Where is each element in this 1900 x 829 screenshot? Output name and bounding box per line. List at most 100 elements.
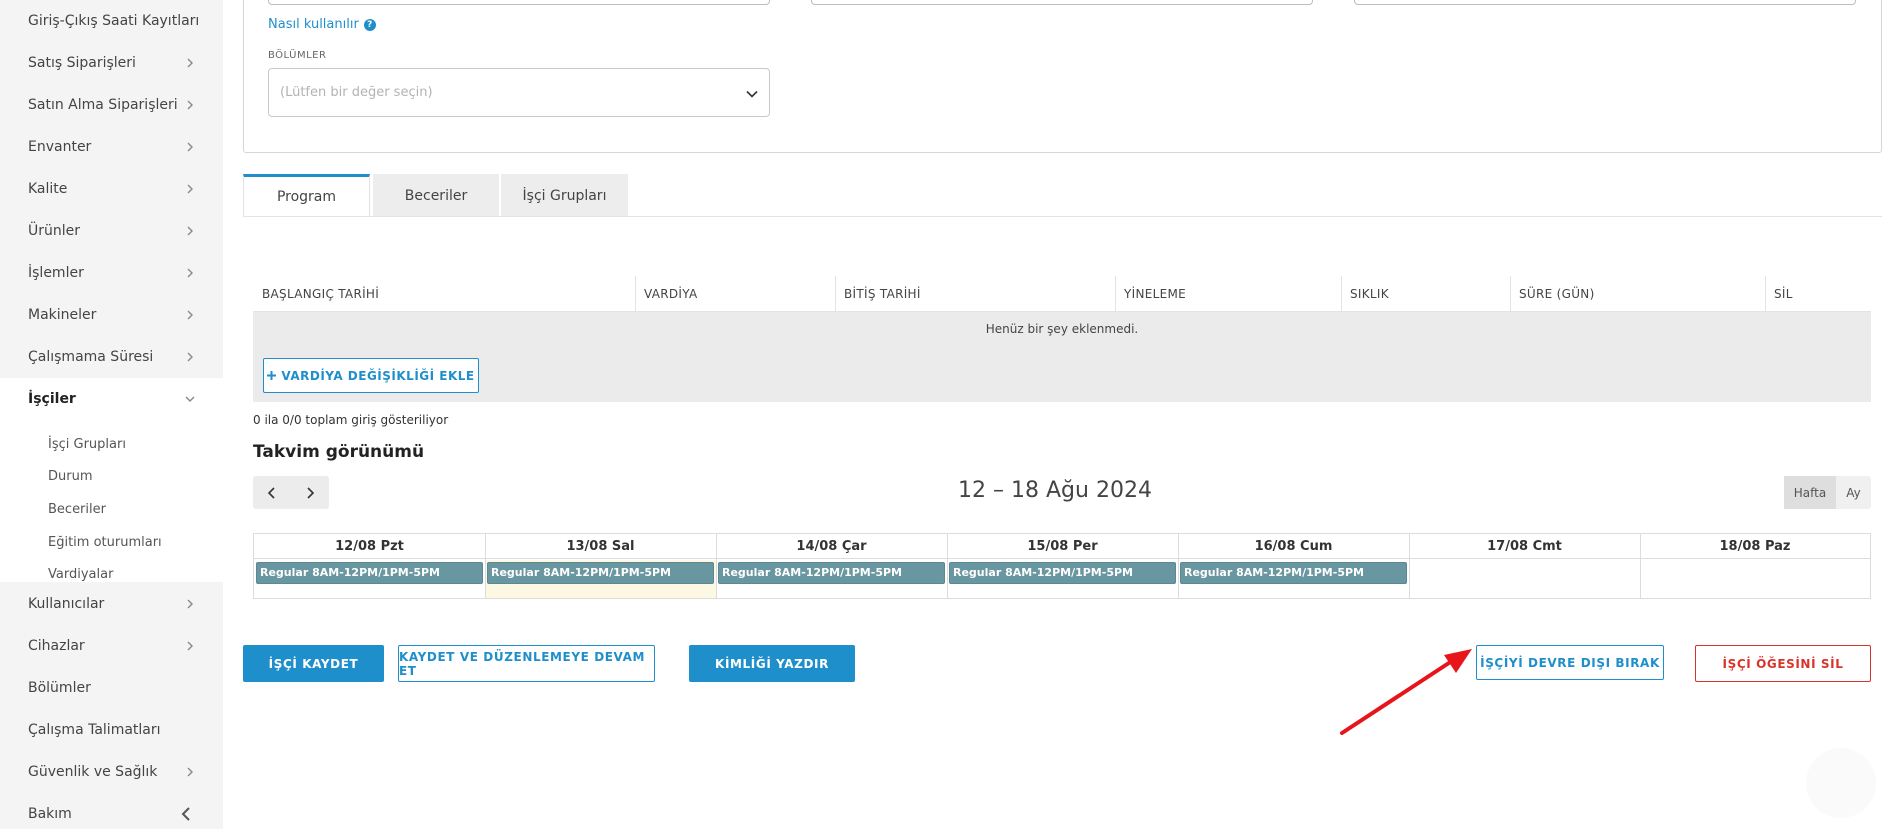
chevron-right-icon [185,599,195,609]
calendar-event[interactable]: Regular 8AM-12PM/1PM-5PM [718,562,945,584]
day-header: 14/08 Çar [716,534,947,559]
day-divider [485,534,486,598]
sidebar-item-clock-records[interactable]: Giriş-Çıkış Saati Kayıtları [0,0,223,42]
deactivate-worker-button[interactable]: İŞÇİYİ DEVRE DIŞI BIRAK [1476,645,1664,680]
form-input-3[interactable] [1354,0,1856,5]
sidebar-item-label: Giriş-Çıkış Saati Kayıtları [28,13,200,29]
add-shift-change-label: VARDİYA DEĞİŞİKLİĞİ EKLE [281,368,475,383]
column-header-delete: SİL [1774,287,1793,301]
calendar-event[interactable]: Regular 8AM-12PM/1PM-5PM [949,562,1176,584]
sidebar-item-downtime[interactable]: Çalışmama Süresi [0,336,223,378]
day-divider [1409,534,1410,598]
column-header-start-date: BAŞLANGIÇ TARİHİ [262,287,380,301]
chevron-down-icon [185,394,195,404]
sidebar-item-departments[interactable]: Bölümler [0,667,223,709]
calendar-event[interactable]: Regular 8AM-12PM/1PM-5PM [487,562,714,584]
sidebar-item-label: Güvenlik ve Sağlık [28,764,158,780]
chevron-right-icon [307,486,315,499]
sidebar-item-machines[interactable]: Makineler [0,294,223,336]
day-header: 17/08 Cmt [1409,534,1640,559]
calendar-date-range: 12 – 18 Ağu 2024 [958,478,1152,503]
sidebar-item-label: Envanter [28,139,92,155]
sidebar-item-work-instructions[interactable]: Çalışma Talimatları [0,709,223,751]
column-header-recurrence: YİNELEME [1124,287,1187,301]
sidebar-item-purchase-orders[interactable]: Satın Alma Siparişleri [0,84,223,126]
day-divider [716,534,717,598]
day-header: 18/08 Paz [1640,534,1870,559]
sidebar-item-products[interactable]: Ürünler [0,210,223,252]
sidebar-item-workers[interactable]: İşçiler [0,378,223,420]
sidebar-item-label: Kullanıcılar [28,596,105,612]
how-to-use-link[interactable]: Nasıl kullanılır ? [268,17,376,32]
sidebar-item-label: İşlemler [28,265,84,281]
day-header: 13/08 Sal [485,534,716,559]
subnav-item-skills[interactable]: Beceriler [48,500,106,520]
sidebar-item-users[interactable]: Kullanıcılar [0,583,223,625]
annotation-arrow-icon [1340,649,1472,735]
day-divider [1640,534,1641,598]
day-header: 12/08 Pzt [254,534,485,559]
workers-subnav: İşçi Grupları Durum Beceriler Eğitim otu… [0,420,223,582]
sidebar-item-operations[interactable]: İşlemler [0,252,223,294]
chevron-down-icon [745,87,759,101]
sidebar-item-label: Bölümler [28,680,91,696]
calendar-event[interactable]: Regular 8AM-12PM/1PM-5PM [256,562,483,584]
chevron-right-icon [185,352,195,362]
delete-worker-button[interactable]: İŞÇİ ÖĞESİNİ SİL [1695,645,1871,682]
chevron-right-icon [185,142,195,152]
tab-worker-groups[interactable]: İşçi Grupları [501,174,628,217]
form-input-1[interactable] [268,0,770,5]
day-divider [1178,534,1179,598]
chevron-right-icon [185,100,195,110]
calendar-next-button[interactable] [291,476,329,509]
column-header-shift: VARDİYA [644,287,698,301]
chevron-right-icon [185,268,195,278]
collapse-sidebar-icon[interactable] [179,806,195,822]
chevron-left-icon [267,486,275,499]
tabs-divider [243,216,1882,217]
day-header: 16/08 Cum [1178,534,1409,559]
calendar-nav-group [253,476,329,509]
sidebar-item-label: Ürünler [28,223,81,239]
calendar-view-toggle: Hafta Ay [1784,476,1871,509]
departments-placeholder: (Lütfen bir değer seçin) [280,85,433,100]
sidebar-item-sales-orders[interactable]: Satış Siparişleri [0,42,223,84]
sidebar-item-label: Bakım [28,806,72,822]
sidebar-item-quality[interactable]: Kalite [0,168,223,210]
calendar-prev-button[interactable] [253,476,291,509]
tab-program[interactable]: Program [243,174,370,217]
print-id-button[interactable]: KİMLİĞİ YAZDIR [689,645,855,682]
subnav-item-worker-groups[interactable]: İşçi Grupları [48,435,126,455]
view-month-button[interactable]: Ay [1836,476,1871,509]
subnav-item-status[interactable]: Durum [48,467,93,487]
calendar-view-title: Takvim görünümü [253,442,425,462]
chevron-right-icon [185,310,195,320]
departments-select[interactable]: (Lütfen bir değer seçin) [268,68,770,117]
subnav-item-training-sessions[interactable]: Eğitim oturumları [48,533,162,553]
sidebar-item-devices[interactable]: Cihazlar [0,625,223,667]
sidebar-item-label: Çalışma Talimatları [28,722,161,738]
corner-widget [1806,748,1876,818]
help-icon: ? [363,18,376,31]
day-divider [947,534,948,598]
column-header-frequency: SIKLIK [1350,287,1389,301]
sidebar-item-label: Satış Siparişleri [28,55,136,71]
tab-skills[interactable]: Beceriler [373,174,499,217]
column-header-duration-days: SÜRE (GÜN) [1519,287,1595,301]
sidebar-item-inventory[interactable]: Envanter [0,126,223,168]
subnav-item-shifts[interactable]: Vardiyalar [48,565,113,585]
form-input-2[interactable] [811,0,1313,5]
sidebar-item-label: İşçiler [28,391,76,407]
view-week-button[interactable]: Hafta [1784,476,1836,509]
sidebar: Giriş-Çıkış Saati Kayıtları Satış Sipari… [0,0,223,829]
calendar-event[interactable]: Regular 8AM-12PM/1PM-5PM [1180,562,1407,584]
save-worker-button[interactable]: İŞÇİ KAYDET [243,645,384,682]
sidebar-item-health-safety[interactable]: Güvenlik ve Sağlık [0,751,223,793]
entries-info: 0 ila 0/0 toplam giriş gösteriliyor [253,413,449,427]
calendar-week-grid: 12/08 Pzt 13/08 Sal 14/08 Çar 15/08 Per … [253,533,1871,599]
sidebar-item-label: Satın Alma Siparişleri [28,97,178,113]
empty-table-message: Henüz bir şey eklenmedi. [985,322,1139,336]
chevron-right-icon [185,767,195,777]
add-shift-change-button[interactable]: VARDİYA DEĞİŞİKLİĞİ EKLE [263,358,479,393]
save-and-continue-button[interactable]: KAYDET VE DÜZENLEMEYE DEVAM ET [398,645,655,682]
